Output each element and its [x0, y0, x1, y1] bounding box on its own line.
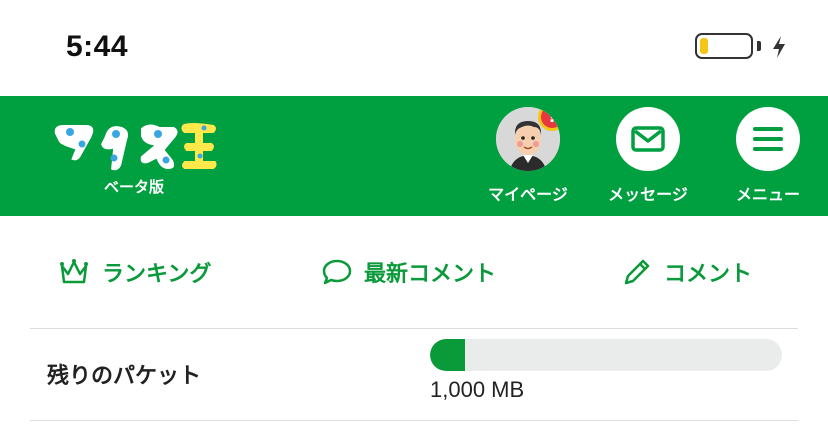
pencil-icon [624, 259, 650, 285]
battery-level [700, 38, 709, 54]
charging-bolt-icon [773, 36, 785, 58]
menu-circle [736, 107, 800, 171]
tab-latest-comments[interactable]: 最新コメント [322, 256, 496, 288]
tab-latest-comments-label: 最新コメント [364, 262, 497, 287]
app-header: ベータ版 ! マイページ メッセージ メニュー [0, 96, 828, 216]
hamburger-icon [753, 127, 783, 151]
envelope-icon [631, 126, 665, 152]
packet-progress-bar [430, 339, 782, 371]
status-bar: 5:44 [0, 0, 828, 96]
logo-mark-icon [52, 121, 219, 173]
remaining-packet-value: 1,000 MB [430, 377, 525, 402]
tab-comment[interactable]: コメント [622, 256, 752, 288]
tab-ranking-label: ランキング [102, 262, 212, 287]
messages-label: メッセージ [608, 185, 688, 204]
menu-label: メニュー [735, 185, 800, 204]
packet-progress-fill [430, 339, 466, 371]
status-time: 5:44 [66, 30, 129, 63]
divider-bottom [30, 420, 798, 421]
tab-ranking[interactable]: ランキング [58, 256, 211, 288]
mypage-label: マイページ [488, 185, 568, 204]
mypage-button[interactable]: ! マイページ [483, 107, 573, 205]
speech-bubble-icon [322, 259, 352, 285]
battery-cap [757, 41, 761, 51]
divider-top [30, 328, 798, 329]
messages-button[interactable]: メッセージ [603, 107, 693, 205]
messages-circle [616, 107, 680, 171]
remaining-packet-label: 残りのパケット [47, 364, 202, 389]
menu-button[interactable]: メニュー [723, 107, 813, 205]
tab-bar: ランキング 最新コメント コメント [0, 216, 828, 328]
beta-label: ベータ版 [104, 178, 165, 196]
avatar: ! [496, 107, 560, 171]
crown-icon [60, 259, 88, 284]
tab-comment-label: コメント [664, 262, 753, 287]
battery-icon [695, 33, 753, 59]
